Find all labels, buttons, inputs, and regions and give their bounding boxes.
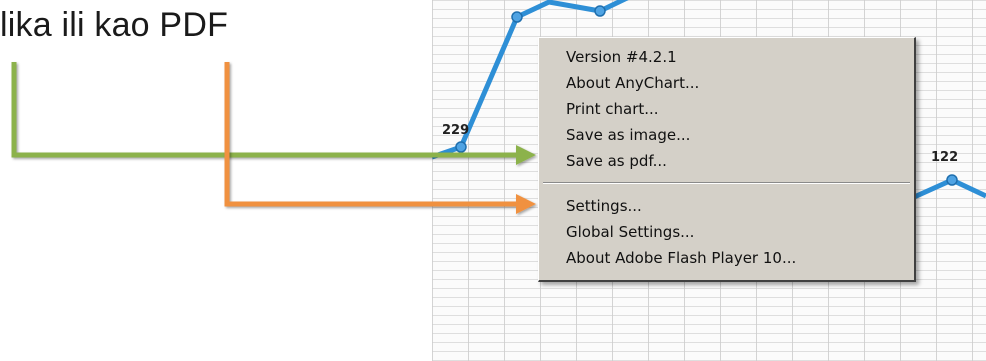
menu-separator xyxy=(543,182,910,184)
data-point xyxy=(594,5,606,17)
data-point xyxy=(511,11,523,23)
menu-item-save-as-pdf[interactable]: Save as pdf... xyxy=(539,148,914,174)
menu-item-version[interactable]: Version #4.2.1 xyxy=(539,44,914,70)
menu-item-settings[interactable]: Settings... xyxy=(539,193,914,219)
context-menu: Version #4.2.1 About AnyChart... Print c… xyxy=(538,37,916,282)
menu-item-about-anychart[interactable]: About AnyChart... xyxy=(539,70,914,96)
data-point xyxy=(455,141,467,153)
menu-item-global-settings[interactable]: Global Settings... xyxy=(539,219,914,245)
menu-item-print-chart[interactable]: Print chart... xyxy=(539,96,914,122)
data-point xyxy=(946,174,958,186)
data-label-122: 122 xyxy=(931,150,959,165)
data-label-229: 229 xyxy=(442,123,470,138)
menu-item-save-as-image[interactable]: Save as image... xyxy=(539,122,914,148)
caption-text: lika ili kao PDF xyxy=(0,6,229,44)
menu-item-about-flash-player[interactable]: About Adobe Flash Player 10... xyxy=(539,245,914,271)
